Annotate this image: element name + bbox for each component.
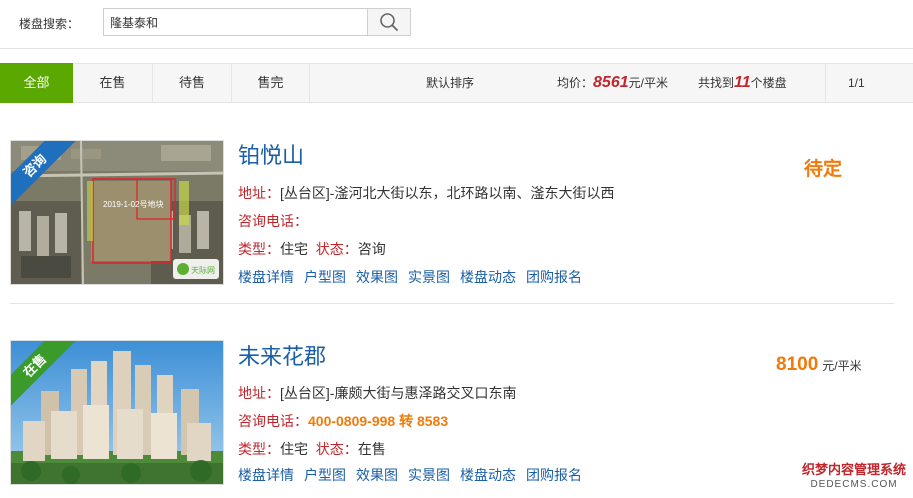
status-label: 状态： (315, 441, 358, 457)
link-floor-plans[interactable]: 户型图 (304, 269, 346, 285)
search-icon (380, 13, 398, 31)
average-price: 均价：8561元/平米 (557, 64, 668, 102)
link-photos[interactable]: 实景图 (408, 269, 450, 285)
address-value: [丛台区]-滏河北大街以东，北环路以南、滏东大街以西 (280, 185, 615, 201)
pager-divider (825, 64, 826, 102)
search-label: 楼盘搜索： (19, 17, 80, 31)
tab-all[interactable]: 全部 (0, 63, 73, 103)
watermark-line1: 织梦内容管理系统 (801, 462, 906, 477)
listing-type-status: 类型：住宅 状态：咨询 (238, 239, 386, 259)
address-label: 地址： (238, 385, 280, 401)
price-pending: 待定 (804, 159, 843, 180)
link-details[interactable]: 楼盘详情 (238, 269, 294, 285)
search-divider (0, 48, 913, 49)
phone-label: 咨询电话： (238, 413, 308, 429)
link-group-buy[interactable]: 团购报名 (526, 269, 582, 285)
phone-label: 咨询电话： (238, 213, 308, 229)
listing-thumbnail[interactable]: 在售 (10, 340, 224, 485)
result-count: 共找到11个楼盘 (698, 64, 787, 102)
listing-phone: 咨询电话： (238, 211, 308, 231)
listing-type-status: 类型：住宅 状态：在售 (238, 439, 386, 459)
price-value: 8100 (776, 354, 819, 375)
listing-price: 8100 元/平米 (776, 354, 862, 376)
search-button[interactable] (367, 8, 411, 36)
pager[interactable]: 1/1 (848, 64, 865, 102)
type-value: 住宅 (280, 441, 308, 457)
phone-value: 400-0809-998 转 8583 (308, 413, 449, 429)
tab-upcoming[interactable]: 待售 (153, 64, 232, 102)
result-count-value: 11 (734, 74, 751, 91)
status-value: 咨询 (357, 241, 386, 257)
type-value: 住宅 (280, 241, 308, 257)
filter-bar: 全部 在售 待售 售完 默认排序 均价：8561元/平米 共找到11个楼盘 1/… (0, 63, 913, 103)
watermark: 织梦内容管理系统 DEDECMS.COM (798, 460, 910, 494)
listing-address: 地址：[丛台区]-滏河北大街以东，北环路以南、滏东大街以西 (238, 183, 614, 203)
listing-phone: 咨询电话：400-0809-998 转 8583 (238, 411, 448, 431)
listing-links: 楼盘详情 户型图 效果图 实景图 楼盘动态 团购报名 (238, 465, 592, 485)
listing-thumbnail[interactable]: 2019-1-02号地块 天际网 咨询 (10, 140, 224, 285)
image-logo: 天际网 (191, 266, 215, 275)
sort-default[interactable]: 默认排序 (426, 64, 474, 102)
listing-address: 地址：[丛台区]-廉颇大街与惠泽路交叉口东南 (238, 383, 516, 403)
result-count-suffix: 个楼盘 (750, 76, 787, 90)
average-price-value: 8561 (593, 74, 629, 91)
listing-title[interactable]: 未来花郡 (238, 339, 326, 371)
search-input[interactable] (103, 8, 367, 36)
map-plot-label: 2019-1-02号地块 (103, 199, 163, 209)
search-row: 楼盘搜索： (0, 0, 913, 48)
type-label: 类型： (238, 241, 280, 257)
listing-title[interactable]: 铂悦山 (238, 138, 304, 170)
tab-on-sale[interactable]: 在售 (73, 64, 153, 102)
link-renderings[interactable]: 效果图 (356, 269, 398, 285)
status-value: 在售 (357, 441, 386, 457)
price-unit: 元/平米 (822, 359, 862, 373)
average-price-label: 均价： (557, 76, 594, 90)
address-label: 地址： (238, 185, 280, 201)
result-count-prefix: 共找到 (698, 76, 735, 90)
listing-links: 楼盘详情 户型图 效果图 实景图 楼盘动态 团购报名 (238, 267, 592, 287)
average-price-unit: 元/平米 (628, 76, 668, 90)
status-label: 状态： (315, 241, 358, 257)
listing-divider (10, 303, 894, 304)
link-floor-plans[interactable]: 户型图 (304, 467, 346, 483)
tab-sold-out[interactable]: 售完 (232, 64, 310, 102)
address-value: [丛台区]-廉颇大街与惠泽路交叉口东南 (280, 385, 517, 401)
link-details[interactable]: 楼盘详情 (238, 467, 294, 483)
link-renderings[interactable]: 效果图 (356, 467, 398, 483)
watermark-line2: DEDECMS.COM (810, 479, 898, 490)
link-photos[interactable]: 实景图 (408, 467, 450, 483)
link-group-buy[interactable]: 团购报名 (526, 467, 582, 483)
link-news[interactable]: 楼盘动态 (460, 467, 516, 483)
link-news[interactable]: 楼盘动态 (460, 269, 516, 285)
type-label: 类型： (238, 441, 280, 457)
